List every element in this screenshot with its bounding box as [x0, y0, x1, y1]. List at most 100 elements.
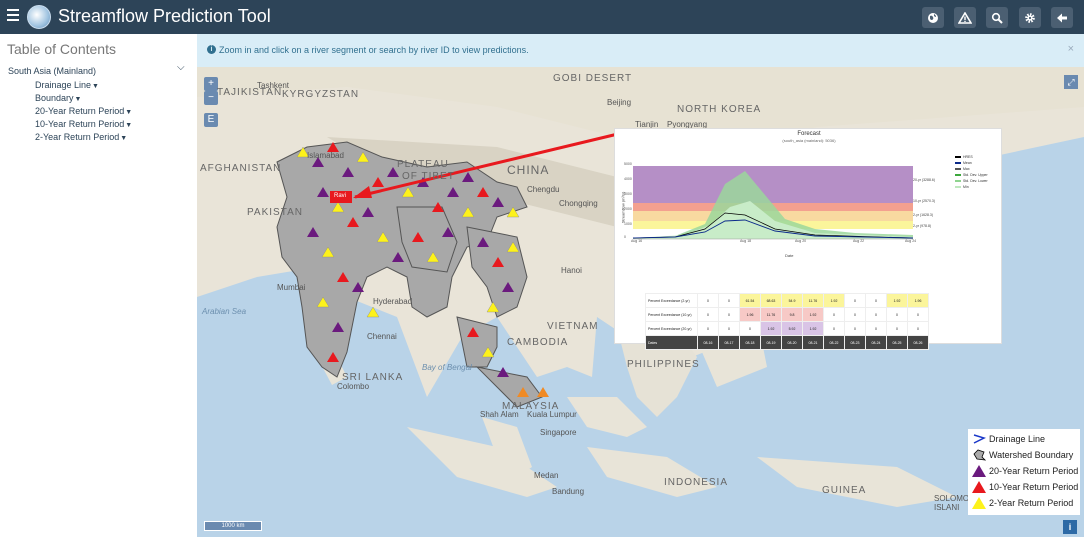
map-label: OF TIBET — [402, 171, 455, 182]
chart-legend-item: HRES — [955, 155, 973, 159]
series-name: Mean — [963, 161, 972, 165]
toc-item-20-year[interactable]: 20-Year Return Period▼ — [35, 106, 132, 116]
table-of-contents-panel: Table of Contents South Asia (Mainland) … — [0, 34, 197, 537]
toc-item-2-year[interactable]: 2-Year Return Period▼ — [35, 132, 127, 142]
date-cell: 08-26 — [907, 335, 929, 350]
table-row: Percent Exceedance (20-yr) 0 0 0 1.92 5.92 1.9… — [645, 321, 929, 336]
row-header: Dates — [645, 335, 698, 350]
map-label: Mumbai — [277, 283, 306, 292]
info-alert: i Zoom in and click on a river segment o… — [197, 34, 1084, 67]
date-cell: 08-21 — [802, 335, 824, 350]
map-label: PAKISTAN — [247, 207, 303, 218]
map-label: GUINEA — [822, 485, 867, 496]
table-cell: 0 — [823, 307, 845, 322]
toc-item-10-year[interactable]: 10-Year Return Period▼ — [35, 119, 132, 129]
table-cell: 0 — [865, 293, 887, 308]
table-cell: 0 — [718, 307, 740, 322]
date-cell: 08-18 — [739, 335, 761, 350]
chart-legend-item: Min — [955, 185, 969, 189]
default-extent-button[interactable]: E — [204, 113, 218, 127]
fullscreen-button[interactable]: ⤢ — [1064, 75, 1078, 89]
series-name: Min — [963, 185, 969, 189]
map-label: AFGHANISTAN — [200, 163, 282, 174]
map-label: Chengdu — [527, 185, 560, 194]
map-label: INDONESIA — [664, 477, 729, 488]
back-button[interactable] — [1051, 7, 1073, 28]
zoom-in-button[interactable]: + — [204, 77, 218, 91]
app-root: Streamflow Prediction Tool Table of Cont… — [0, 0, 1084, 537]
map-label: Hyderabad — [373, 297, 413, 306]
map-label: SOLOMO — [934, 494, 970, 503]
legend-label: Watershed Boundary — [989, 449, 1074, 460]
legend-label: 10-Year Return Period — [989, 481, 1079, 492]
map-canvas[interactable]: Ravi + − E GOBI DESERT TAJIKISTAN Tashke… — [197, 67, 1084, 537]
dates-row: Dates 08-16 08-17 08-18 08-19 08-20 08-21 08-22… — [645, 335, 929, 350]
marker-label: Ravi — [334, 193, 347, 199]
hamburger-icon[interactable] — [7, 9, 19, 23]
toc-region-south-asia[interactable]: South Asia (Mainland) — [8, 66, 96, 76]
table-cell: 9.8 — [781, 307, 803, 322]
table-cell: 11.76 — [760, 307, 782, 322]
red-triangle-icon — [972, 480, 986, 493]
legend-label: 20-Year Return Period — [989, 465, 1079, 476]
table-cell: 0 — [844, 321, 866, 336]
table-cell: 0 — [907, 307, 929, 322]
table-cell: 0 — [886, 307, 908, 322]
table-row: Percent Exceedance (2-yr) 0 0 61.54 68.63 54.… — [645, 293, 929, 308]
table-cell: 0 — [739, 321, 761, 336]
map-label: ISLANI — [934, 503, 960, 512]
date-cell: 08-20 — [781, 335, 803, 350]
caret-down-icon: ▼ — [120, 135, 128, 142]
info-button[interactable]: i — [1063, 520, 1077, 534]
map-label: CHINA — [507, 163, 550, 177]
search-icon — [991, 12, 1003, 24]
map-label: Singapore — [540, 428, 577, 437]
forecast-xlabel: Date — [785, 253, 794, 258]
map-label: Beijing — [607, 98, 632, 107]
date-cell: 08-17 — [718, 335, 740, 350]
table-cell: 0 — [844, 307, 866, 322]
legend-item-2-year: 2-Year Return Period — [972, 495, 1073, 510]
legend-item-20-year: 20-Year Return Period — [972, 463, 1078, 478]
table-cell: 1.92 — [760, 321, 782, 336]
map-label: Arabian Sea — [202, 307, 247, 316]
gear-icon — [1025, 12, 1035, 23]
return-period-label: 10-yr (2570.3) — [913, 199, 935, 203]
yellow-triangle-icon — [972, 496, 986, 509]
map-label: Shah Alam — [480, 410, 519, 419]
table-cell: 0 — [844, 293, 866, 308]
table-cell: 1.92 — [823, 293, 845, 308]
row-header: Percent Exceedance (20-yr) — [645, 321, 698, 336]
info-icon: i — [207, 45, 216, 54]
search-button[interactable] — [986, 7, 1008, 28]
table-cell: 0 — [718, 321, 740, 336]
map-label: Hanoi — [561, 266, 582, 275]
table-cell: 1.92 — [802, 321, 824, 336]
map-label: Islamabad — [307, 151, 344, 160]
warning-button[interactable] — [954, 7, 976, 28]
caret-down-icon: ▼ — [125, 109, 133, 116]
table-cell: 0 — [907, 321, 929, 336]
close-alert-button[interactable]: × — [1068, 43, 1074, 55]
series-name: Std. Dev. Lower — [963, 179, 988, 183]
table-cell: 1.92 — [802, 307, 824, 322]
scale-bar: 1000 km — [204, 521, 262, 531]
series-name: HRES — [963, 155, 973, 159]
settings-button[interactable] — [1019, 7, 1041, 28]
globe-button[interactable] — [922, 7, 944, 28]
map-label: VIETNAM — [547, 321, 599, 332]
toc-item-drainage-line[interactable]: Drainage Line▼ — [35, 80, 99, 90]
toc-item-boundary[interactable]: Boundary▼ — [35, 93, 81, 103]
row-header: Percent Exceedance (10-yr) — [645, 307, 698, 322]
legend-item-watershed-boundary: Watershed Boundary — [972, 447, 1073, 462]
legend-item-10-year: 10-Year Return Period — [972, 479, 1078, 494]
map-label: PLATEAU — [397, 159, 449, 170]
map-label: Colombo — [337, 382, 370, 391]
chevron-down-icon[interactable]: ⌵ — [177, 62, 185, 73]
table-cell: 0 — [697, 321, 719, 336]
zoom-out-button[interactable]: − — [204, 91, 218, 105]
legend-label: 2-Year Return Period — [989, 497, 1074, 508]
table-cell: 0 — [823, 321, 845, 336]
date-cell: 08-25 — [886, 335, 908, 350]
table-cell: 0 — [697, 293, 719, 308]
